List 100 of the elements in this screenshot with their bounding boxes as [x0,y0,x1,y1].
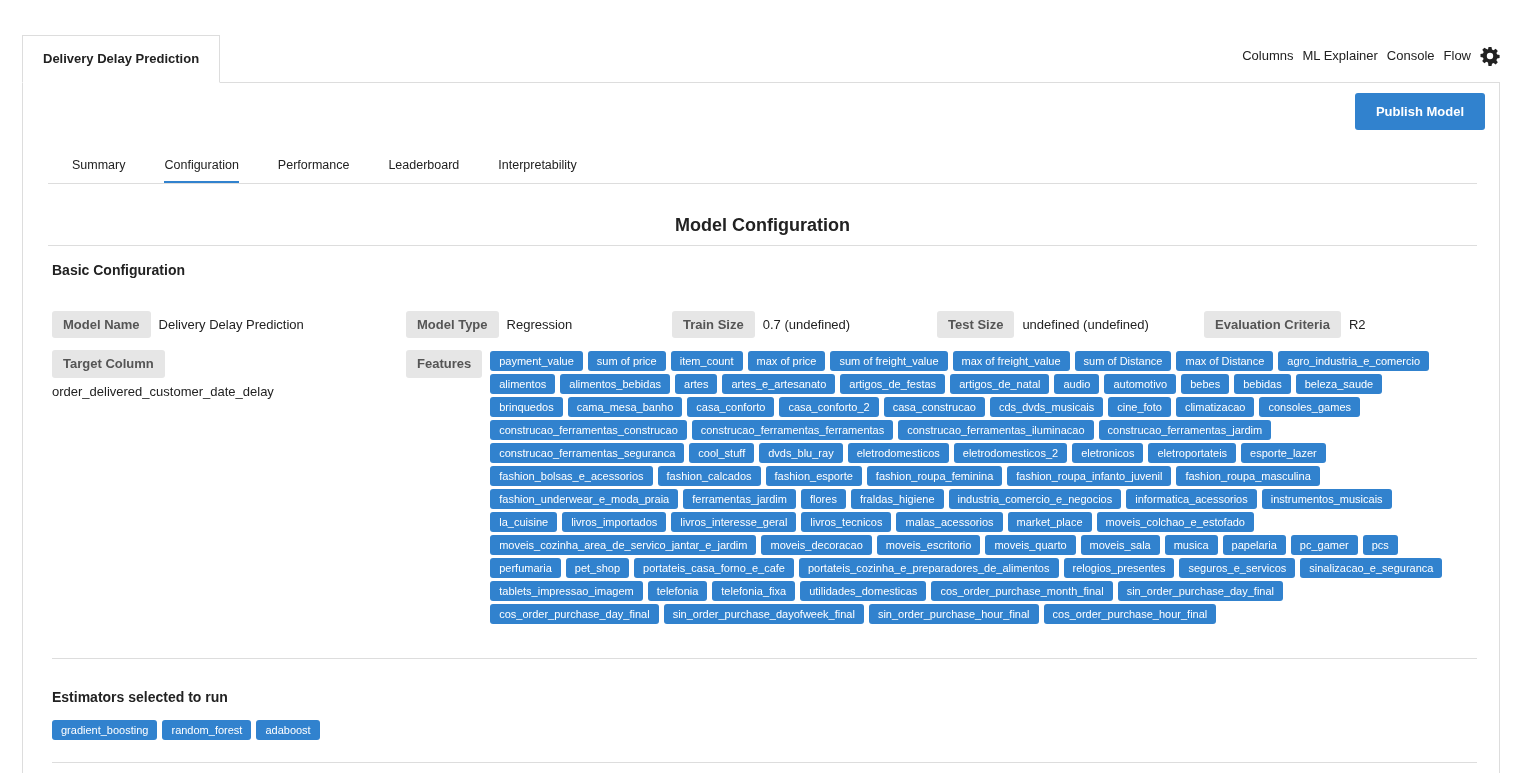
feature-tag: utilidades_domesticas [800,581,927,602]
tab[interactable]: Configuration [164,150,239,183]
nav-link[interactable]: Console [1386,45,1435,66]
feature-tag: max of freight_value [952,351,1070,372]
feature-tag: tablets_impressao_imagem [490,581,643,602]
tab[interactable]: Leaderboard [388,150,460,183]
field-label: Evaluation Criteria [1204,310,1341,339]
feature-tag: moveis_decoracao [761,535,872,556]
feature-tag: market_place [1007,512,1092,533]
feature-tag: consoles_games [1259,397,1360,418]
feature-tag: dvds_blu_ray [759,443,843,464]
feature-tag: automotivo [1104,374,1177,395]
tab[interactable]: Summary [72,150,126,183]
feature-tag: max of price [747,351,826,372]
feature-tag: audio [1054,374,1100,395]
feature-tag: eletrodomesticos_2 [953,443,1068,464]
feature-tag: sum of Distance [1074,351,1172,372]
feature-tag: livros_importados [562,512,667,533]
feature-tag: sum of price [587,351,666,372]
field-label: Target Column [52,350,165,378]
feature-tag: moveis_quarto [985,535,1076,556]
tab[interactable]: Delivery Delay Prediction [22,35,221,83]
feature-tag: sinalizacao_e_seguranca [1300,558,1443,579]
feature-tag: eletrodomesticos [847,443,949,464]
field-label: Test Size [937,310,1015,339]
feature-tag: casa_conforto_2 [779,397,879,418]
feature-tag: esporte_lazer [1241,443,1326,464]
feature-tag: cama_mesa_banho [567,397,683,418]
feature-tag: pc_gamer [1290,535,1358,556]
feature-tag: pcs [1362,535,1398,556]
estimator-tag: gradient_boosting [52,720,158,741]
feature-tag: alimentos [490,374,556,395]
feature-tag: telefonia_fixa [712,581,796,602]
field-label: Train Size [672,310,755,339]
feature-tag: eletronicos [1072,443,1144,464]
feature-tag: malas_acessorios [896,512,1003,533]
feature-tag: portateis_casa_forno_e_cafe [634,558,794,579]
feature-tag: portateis_cozinha_e_preparadores_de_alimentos [798,558,1059,579]
field-label: Model Name [52,310,151,339]
feature-tag: artigos_de_natal [950,374,1050,395]
feature-tag: cos_order_purchase_day_final [490,604,659,625]
feature-tag: brinquedos [490,397,563,418]
feature-tag: payment_value [490,351,583,372]
feature-tag: musica [1164,535,1218,556]
feature-tag: informatica_acessorios [1126,489,1257,510]
field-label: Features [406,350,483,378]
feature-tag: livros_interesse_geral [671,512,797,533]
feature-tag: beleza_saude [1295,374,1383,395]
feature-tag: pet_shop [565,558,630,579]
feature-tag: fashion_underwear_e_moda_praia [490,489,679,510]
feature-tag: la_cuisine [490,512,558,533]
field-value: order_delivered_customer_date_delay [52,382,274,401]
feature-tag: fashion_calcados [657,466,761,487]
feature-tag: agro_industria_e_comercio [1278,351,1430,372]
field-value: Regression [506,315,573,334]
feature-tag: papelaria [1222,535,1286,556]
feature-tag: cine_foto [1108,397,1171,418]
field-label: Model Type [406,310,499,339]
nav-link[interactable]: Columns [1242,45,1294,66]
feature-tag: construcao_ferramentas_jardim [1098,420,1272,441]
feature-tag: ferramentas_jardim [683,489,796,510]
feature-tag: alimentos_bebidas [560,374,670,395]
feature-tag: climatizacao [1175,397,1255,418]
tab[interactable]: Performance [277,150,350,183]
feature-tag: item_count [670,351,743,372]
feature-tag: fashion_roupa_feminina [866,466,1003,487]
feature-tag: eletroportateis [1148,443,1237,464]
feature-tag: livros_tecnicos [801,512,892,533]
field-value: undefined (undefined) [1022,315,1149,334]
feature-tag: seguros_e_servicos [1179,558,1296,579]
feature-tag: fashion_roupa_infanto_juvenil [1007,466,1172,487]
section-heading: Basic Configuration [52,260,186,280]
field-value: 0.7 (undefined) [762,315,851,334]
tab[interactable]: Interpretability [498,150,577,183]
feature-tag: perfumaria [490,558,561,579]
publish-model-button[interactable]: Publish Model [1354,92,1485,130]
feature-tag: moveis_escritorio [876,535,981,556]
feature-tag: cds_dvds_musicais [989,397,1104,418]
feature-tag: sin_order_purchase_hour_final [868,604,1039,625]
section-title: Model Configuration [48,183,1477,246]
feature-tag: artes [675,374,718,395]
feature-tag: construcao_ferramentas_ferramentas [691,420,894,441]
feature-tag: moveis_cozinha_area_de_servico_jantar_e_jardim [490,535,757,556]
feature-tag: cos_order_purchase_month_final [931,581,1113,602]
feature-tag: sum of freight_value [830,351,948,372]
nav-link[interactable]: ML Explainer [1302,45,1378,66]
field-value: R2 [1348,315,1366,334]
section-heading: Estimators selected to run [52,688,229,708]
nav-link[interactable]: Flow [1443,45,1471,66]
feature-tag: artes_e_artesanato [722,374,836,395]
feature-tag: fashion_esporte [765,466,862,487]
feature-tag: moveis_sala [1080,535,1160,556]
estimator-tag: adaboost [256,720,320,741]
feature-tag: telefonia [647,581,708,602]
feature-tag: relogios_presentes [1063,558,1175,579]
feature-tag: industria_comercio_e_negocios [948,489,1122,510]
feature-tag: instrumentos_musicais [1261,489,1392,510]
feature-tag: artigos_de_festas [840,374,946,395]
feature-tag: cool_stuff [689,443,755,464]
settings-icon[interactable] [1480,45,1500,66]
